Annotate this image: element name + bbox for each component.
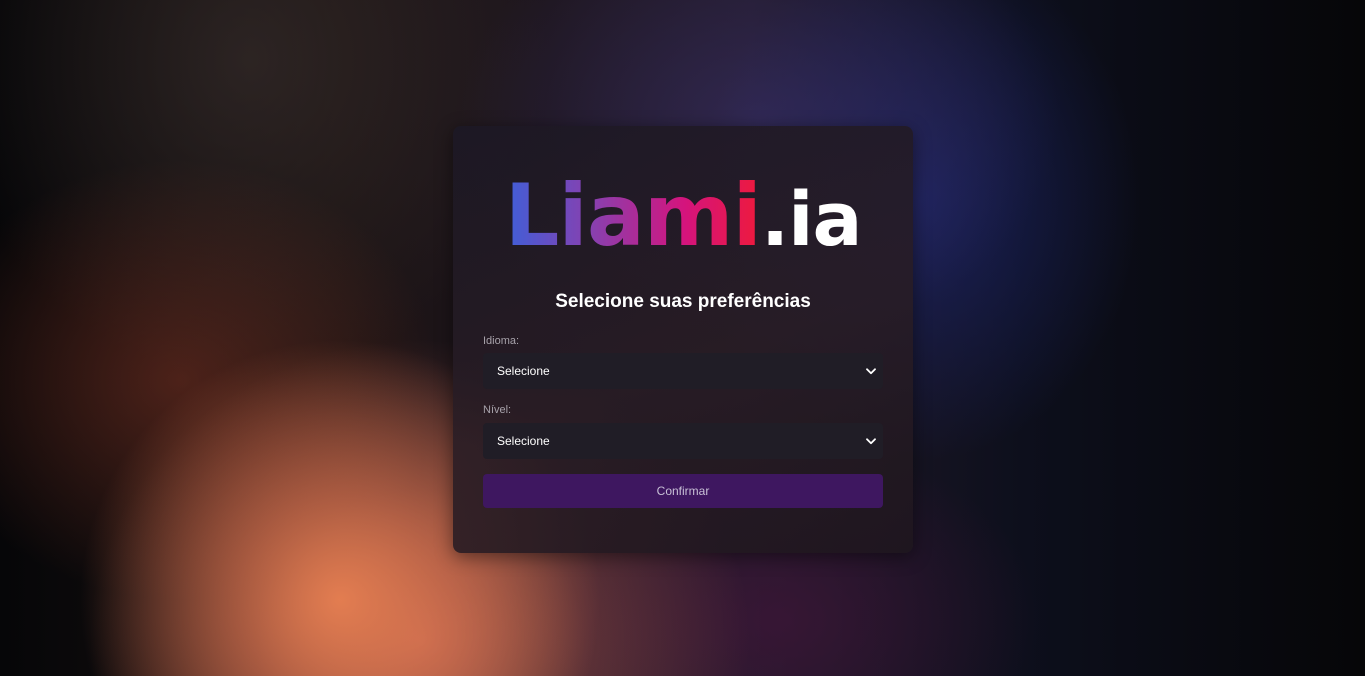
- language-label: Idioma:: [483, 335, 520, 347]
- chevron-down-icon: [863, 353, 879, 389]
- confirm-button[interactable]: Confirmar: [483, 474, 883, 508]
- preferences-card: Liami.ia Selecione suas preferências Idi…: [453, 126, 913, 553]
- chevron-down-icon: [863, 423, 879, 459]
- logo: Liami.ia: [453, 166, 913, 266]
- logo-suffix-text: .ia: [760, 177, 862, 263]
- language-select-value: Selecione: [497, 364, 550, 378]
- level-label: Nível:: [483, 404, 512, 416]
- logo-main-text: Liami: [504, 166, 762, 266]
- level-select[interactable]: Selecione: [483, 423, 883, 459]
- page-title: Selecione suas preferências: [555, 291, 811, 312]
- language-select[interactable]: Selecione: [483, 353, 883, 389]
- level-select-value: Selecione: [497, 434, 550, 448]
